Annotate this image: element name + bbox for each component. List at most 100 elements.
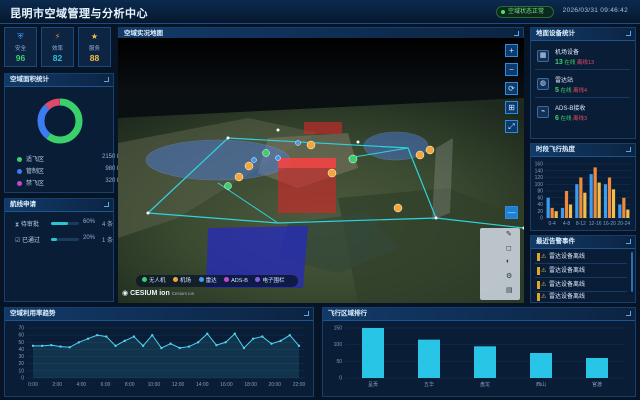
airport-marker[interactable]	[425, 145, 435, 155]
settings-tool-button[interactable]: ⚙	[506, 272, 512, 280]
trend-point	[132, 335, 136, 338]
fullscreen-button[interactable]: ⤢	[505, 120, 518, 133]
map-viewport[interactable]: 无人机 机场 雷达 ADS-B 电子围栏 ◉ CESIUM ion Cesium…	[118, 38, 524, 303]
warning-icon: ⚠	[541, 254, 547, 260]
drone-marker[interactable]	[224, 182, 232, 190]
y-tick-label: 0	[339, 376, 342, 382]
x-tick-label: 12-16	[589, 221, 602, 227]
heat-bar	[554, 211, 558, 218]
x-tick-label: 五华	[424, 381, 434, 388]
x-tick-label: 14:00	[196, 382, 209, 388]
legend-item-drone[interactable]: 无人机	[142, 277, 166, 284]
airport-marker[interactable]	[393, 203, 403, 213]
device-name: 机场设备	[555, 50, 580, 56]
page-title: 昆明市空域管理与分析中心	[10, 8, 148, 20]
ranking-bar	[530, 353, 552, 378]
airport-marker[interactable]	[244, 161, 254, 171]
legend-item-airport[interactable]: 机场	[173, 277, 191, 284]
reset-view-button[interactable]: ⟳	[505, 82, 518, 95]
device-row[interactable]: ◍ 雷达站 5 在线 离线4	[535, 72, 630, 98]
cesium-logo-text: CESIUM ion	[130, 290, 170, 297]
trend-point	[68, 346, 71, 349]
airport-marker[interactable]	[327, 168, 337, 178]
task-row[interactable]: ⧗ 待审批 60% 4 条	[15, 219, 113, 229]
task-pct: 20%	[83, 235, 96, 241]
radar-marker[interactable]	[295, 140, 301, 146]
heat-chart: 020406080100120140160 0-4 4-8 8-12 12-16 16-2…	[535, 162, 631, 227]
layer-tool-button[interactable]: ▤	[506, 286, 513, 294]
corner-icon	[626, 147, 631, 152]
map-canvas[interactable]	[118, 38, 524, 303]
panel-title: 最近告警事件	[531, 236, 635, 249]
alert-item[interactable]: ⚠ 雷达设备离线	[535, 264, 627, 278]
trend-point	[297, 344, 301, 348]
alert-item[interactable]: ⚠ 雷达设备离线	[535, 250, 627, 264]
heat-bar	[626, 209, 630, 218]
device-online-label: 在线	[560, 88, 572, 94]
heat-title: 时段飞行热度	[536, 146, 575, 153]
radar-marker[interactable]	[275, 155, 281, 161]
y-tick-label: 100	[535, 182, 544, 188]
airport-marker[interactable]	[415, 150, 425, 160]
heat-bar	[550, 207, 554, 218]
legend-item-fence[interactable]: 电子围栏	[255, 277, 285, 284]
map-legend: 无人机 机场 雷达 ADS-B 电子围栏	[136, 275, 298, 287]
panel-title: 时段飞行热度	[531, 144, 635, 157]
heat-bar	[564, 191, 569, 218]
airport-marker[interactable]	[306, 140, 316, 150]
controlled-zone[interactable]	[145, 139, 291, 181]
y-tick-label: 70	[18, 326, 24, 332]
map-title: 空域实况地图	[124, 30, 163, 37]
layers-button[interactable]: ⊞	[505, 101, 518, 114]
trend-point	[59, 345, 62, 348]
trend-point	[123, 339, 126, 343]
alert-item[interactable]: ⚠ 雷达设备离线	[535, 290, 627, 304]
ranking-panel: 飞行区域排行 0 50 100 150 呈贡 五华 盘龙 西山 官渡	[322, 307, 636, 397]
radar-marker[interactable]	[251, 157, 257, 163]
trend-point	[77, 341, 81, 344]
corner-icon	[304, 311, 309, 316]
trend-point	[215, 343, 218, 347]
trend-point	[233, 332, 236, 335]
alert-scrollbar[interactable]	[631, 252, 633, 292]
y-tick-label: 40	[18, 347, 24, 353]
task-progress-fill	[51, 222, 68, 225]
trend-point	[270, 342, 273, 345]
x-tick-label: 西山	[536, 381, 546, 388]
trend-point	[50, 343, 53, 347]
trend-point	[206, 332, 209, 335]
no-fly-zone[interactable]	[304, 122, 342, 134]
legend-item-radar[interactable]: 雷达	[198, 277, 217, 284]
stat-value: 82	[52, 53, 63, 63]
airport-marker[interactable]	[234, 172, 244, 182]
y-tick-label: 0	[540, 216, 543, 222]
ranking-bar	[362, 328, 384, 378]
x-tick-label: 官渡	[592, 381, 602, 388]
legend-row: 禁飞区 320 km²	[17, 178, 127, 187]
drone-marker[interactable]	[262, 149, 270, 157]
stat-label: 服务	[88, 46, 100, 52]
device-row[interactable]: ⌁ ADS-B接收 6 在线 离线3	[535, 100, 630, 126]
bolt-icon: ⚡	[54, 32, 61, 41]
device-row[interactable]: ▦ 机场设备 13 在线 离线13	[535, 44, 630, 70]
legend-item-adsb[interactable]: ADS-B	[224, 277, 248, 284]
task-row[interactable]: ☑ 已通过 20% 1 条	[15, 235, 113, 245]
y-tick-label: 30	[18, 354, 24, 360]
device-status: 5 在线 离线4	[555, 86, 587, 94]
terrain-tool-button[interactable]: ◐	[506, 258, 510, 265]
x-tick-label: 22:00	[293, 382, 306, 388]
zoom-in-button[interactable]: +	[505, 44, 518, 57]
select-tool-button[interactable]: —	[505, 206, 518, 219]
shape-tool-button[interactable]: ◻	[506, 244, 512, 252]
device-online-count: 5	[555, 87, 559, 94]
trend-point	[40, 344, 44, 348]
trend-point	[242, 346, 246, 350]
status-badge: 空域状态正常	[496, 6, 554, 18]
drone-marker[interactable]	[348, 154, 358, 164]
zoom-out-button[interactable]: −	[505, 63, 518, 76]
trend-point	[141, 344, 145, 348]
draw-tool-button[interactable]: ✎	[506, 230, 512, 238]
y-tick-label: 160	[535, 162, 544, 168]
device-online-count: 13	[555, 59, 563, 66]
corner-icon	[626, 311, 631, 316]
